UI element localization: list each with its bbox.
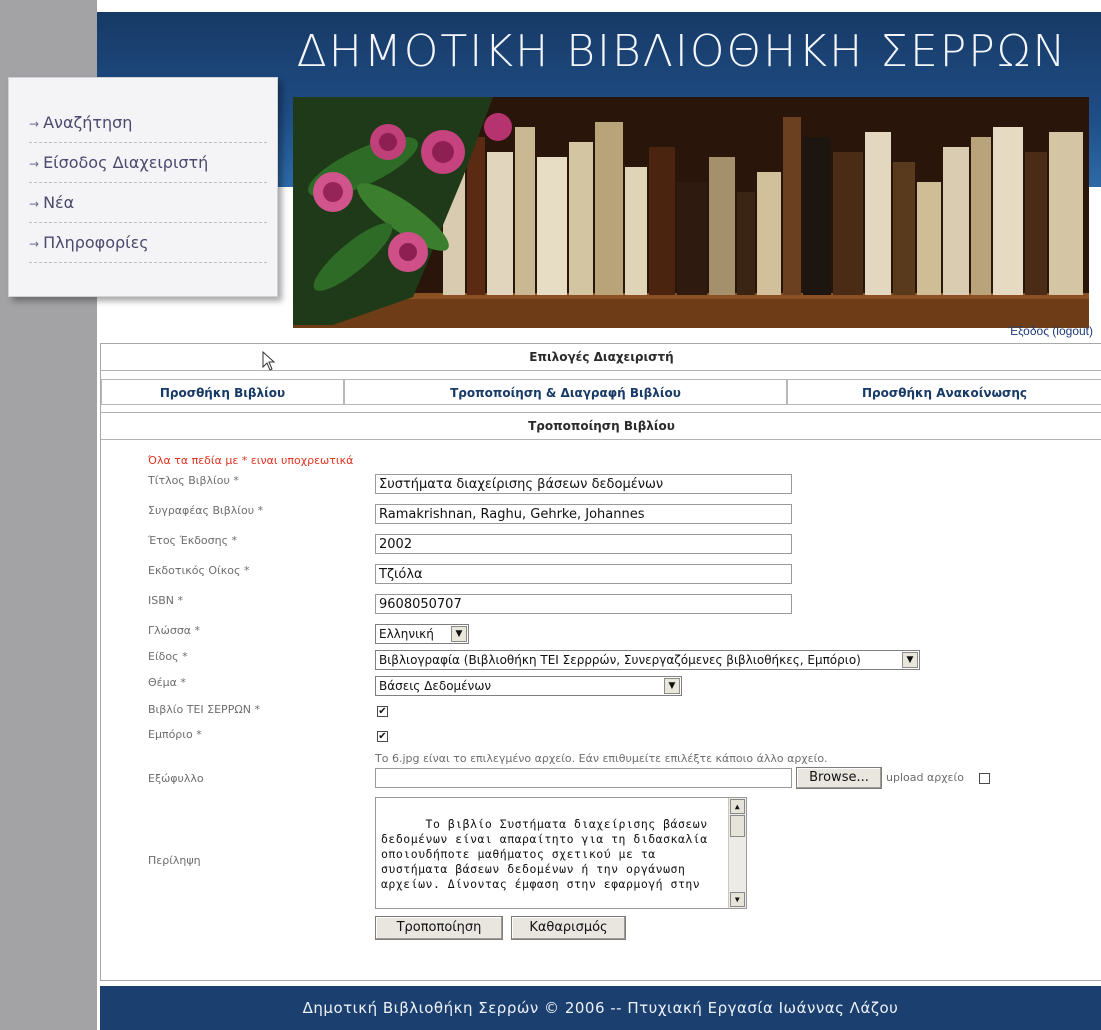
menu-item-label: Είσοδος Διαχειριστή [43,153,209,172]
cover-note: Το 6.jpg είναι το επιλεγμένο αρχείο. Εάν… [375,752,828,765]
commerce-label: Εμπόριο * [148,728,202,741]
admin-panel: Επιλογές Διαχειριστή Προσθήκη Βιβλίου Τρ… [100,343,1101,981]
chevron-down-icon: ▼ [902,652,918,668]
browse-button[interactable]: Browse... [796,767,882,789]
arrow-right-icon: → [29,157,40,171]
logout-link[interactable]: Έξοδος (logout) [1009,324,1093,338]
title-label: Τίτλος Βιβλίου * [148,474,239,487]
menu-item-label: Πληροφορίες [43,233,149,252]
bookshelf-illustration [293,97,1089,325]
author-field[interactable]: Ramakrishnan, Raghu, Gehrke, Johannes [375,504,792,524]
site-footer: Δημοτική Βιβλιοθήκη Σερρών © 2006 -- Πτυ… [100,986,1101,1030]
year-field[interactable]: 2002 [375,534,792,554]
mouse-cursor-icon [262,351,276,371]
commerce-checkbox[interactable]: ✔ [377,731,388,742]
arrow-right-icon: → [29,237,40,251]
subject-label: Θέμα * [148,676,186,689]
upload-file-label: upload αρχείο [886,771,964,784]
tei-book-checkbox[interactable]: ✔ [377,706,388,717]
title-field[interactable]: Συστήματα διαχείρισης βάσεων δεδομένων [375,474,792,494]
language-select[interactable]: Ελληνική ▼ [375,624,469,644]
type-label: Είδος * [148,650,188,663]
edit-book-title: Τροποποίηση Βιβλίου [101,412,1101,440]
subject-select-value: Βάσεις Δεδομένων [379,679,492,693]
tab-add-book[interactable]: Προσθήκη Βιβλίου [101,379,344,405]
tab-add-announcement[interactable]: Προσθήκη Ανακοίνωσης [787,379,1101,405]
cover-file-field[interactable] [375,768,792,788]
reset-button[interactable]: Καθαρισμός [511,916,626,940]
menu-item-admin-login[interactable]: → Είσοδος Διαχειριστή [29,144,267,183]
isbn-label: ISBN * [148,594,183,607]
menu-item-search[interactable]: → Αναζήτηση [29,104,267,143]
arrow-right-icon: → [29,197,40,211]
summary-scrollbar[interactable]: ▲ ▼ [728,798,746,908]
chevron-down-icon: ▼ [451,626,467,642]
menu-item-news[interactable]: → Νέα [29,184,267,223]
scroll-thumb[interactable] [730,815,745,837]
tei-book-label: Βιβλίο ΤΕΙ ΣΕΡΡΩΝ * [148,703,260,716]
admin-options-title: Επιλογές Διαχειριστή [101,344,1101,371]
publisher-field[interactable]: Τζιόλα [375,564,792,584]
menu-item-label: Νέα [43,193,75,212]
author-label: Συγραφέας Βιβλίου * [148,504,264,517]
language-select-value: Ελληνική [379,627,434,641]
arrow-right-icon: → [29,117,40,131]
type-select[interactable]: Βιβλιογραφία (Βιβλιοθήκη ΤΕΙ Σερρρών, Συ… [375,650,920,670]
submit-modify-button[interactable]: Τροποποίηση [375,916,503,940]
library-banner-image [293,97,1089,328]
language-label: Γλώσσα * [148,624,201,637]
publisher-label: Εκδοτικός Οίκος * [148,564,250,577]
year-label: Έτος Έκδοσης * [148,534,238,547]
sidebar-menu: → Αναζήτηση → Είσοδος Διαχειριστή → Νέα → Πλ… [8,77,278,297]
menu-item-label: Αναζήτηση [43,113,133,132]
scroll-up-icon[interactable]: ▲ [730,799,745,814]
admin-tabs: Προσθήκη Βιβλίου Τροποποίηση & Διαγραφή … [101,379,1101,407]
top-rule [97,0,1101,12]
type-select-value: Βιβλιογραφία (Βιβλιοθήκη ΤΕΙ Σερρρών, Συ… [379,653,861,667]
subject-select[interactable]: Βάσεις Δεδομένων ▼ [375,676,682,696]
required-note: Όλα τα πεδία με * ειναι υποχρεωτικά [148,454,354,467]
summary-text: Το βιβλίο Συστήματα διαχείρισης βάσεων δ… [381,817,716,891]
isbn-field[interactable]: 9608050707 [375,594,792,614]
tab-edit-delete-book[interactable]: Τροποποίηση & Διαγραφή Βιβλίου [344,379,787,405]
cover-label: Εξώφυλλο [148,772,204,785]
summary-label: Περίληψη [148,854,201,867]
menu-item-info[interactable]: → Πληροφορίες [29,224,267,263]
summary-textarea[interactable]: Το βιβλίο Συστήματα διαχείρισης βάσεων δ… [375,797,747,909]
scroll-down-icon[interactable]: ▼ [730,892,745,907]
upload-file-checkbox[interactable] [979,773,990,784]
chevron-down-icon: ▼ [664,678,680,694]
site-title: ΔΗΜΟΤΙΚΗ ΒΙΒΛΙΟΘΗΚΗ ΣΕΡΡΩΝ [296,26,1068,77]
